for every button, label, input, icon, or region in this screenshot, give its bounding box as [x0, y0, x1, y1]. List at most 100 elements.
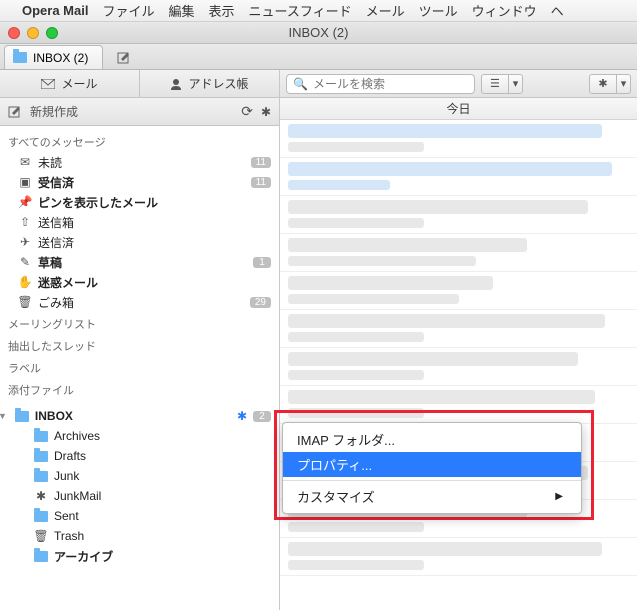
count-badge: 29 — [250, 297, 271, 308]
window-title: INBOX (2) — [289, 25, 349, 40]
gear-icon[interactable]: ✱ — [261, 105, 271, 119]
folder-icon — [34, 511, 48, 522]
sent-icon: ✈ — [18, 235, 32, 249]
menu-newsfeed[interactable]: ニュースフィード — [249, 1, 352, 20]
tab-inbox[interactable]: INBOX (2) — [4, 45, 103, 69]
mail-panel-label: メール — [61, 75, 97, 92]
section-labels[interactable]: ラベル — [0, 356, 279, 378]
view-mode-button[interactable]: ☰▾ — [481, 74, 523, 94]
person-icon — [170, 78, 182, 90]
sidebar-item-drafts[interactable]: ✎草稿1 — [0, 252, 279, 272]
app-name[interactable]: Opera Mail — [22, 3, 88, 18]
envelope-icon: ✉ — [18, 155, 32, 169]
folder-sent[interactable]: Sent — [0, 506, 279, 526]
sidebar-item-pinned[interactable]: 📌ピンを表示したメール — [0, 192, 279, 212]
sidebar-item-unread[interactable]: ✉未読11 — [0, 152, 279, 172]
sidebar-item-trash[interactable]: 🗑ごみ箱29 — [0, 292, 279, 312]
menu-properties[interactable]: プロパティ... — [283, 452, 581, 477]
close-button[interactable] — [8, 27, 20, 39]
count-badge: 1 — [253, 257, 271, 268]
folder-archive-jp[interactable]: アーカイブ — [0, 546, 279, 566]
folder-icon — [13, 52, 27, 63]
message-row[interactable] — [280, 348, 637, 386]
menu-tools[interactable]: ツール — [419, 1, 458, 20]
folder-trash[interactable]: 🗑Trash — [0, 526, 279, 546]
gear-icon: ✱ — [34, 489, 48, 503]
section-all-messages[interactable]: すべてのメッセージ — [0, 130, 279, 152]
addressbook-panel-button[interactable]: アドレス帳 — [140, 70, 279, 97]
message-row[interactable] — [280, 272, 637, 310]
sidebar-item-sent[interactable]: ✈送信済 — [0, 232, 279, 252]
outbox-icon: ⇧ — [18, 215, 32, 229]
sidebar: メール アドレス帳 新規作成 ⟳ ✱ すべてのメッセージ ✉未読11 ▣受信済1… — [0, 70, 280, 610]
section-mailinglist[interactable]: メーリングリスト — [0, 312, 279, 334]
pin-icon: 📌 — [18, 195, 32, 209]
folder-archives[interactable]: Archives — [0, 426, 279, 446]
mail-panel-button[interactable]: メール — [0, 70, 140, 97]
macos-menubar: Opera Mail ファイル 編集 表示 ニュースフィード メール ツール ウ… — [0, 0, 637, 22]
traffic-lights — [0, 27, 58, 39]
zoom-button[interactable] — [46, 27, 58, 39]
folder-icon — [34, 431, 48, 442]
folder-junkmail[interactable]: ✱JunkMail — [0, 486, 279, 506]
menu-edit[interactable]: 編集 — [168, 1, 194, 20]
message-toolbar: 🔍 ☰▾ ✱▾ — [280, 70, 637, 98]
sidebar-item-outbox[interactable]: ⇧送信箱 — [0, 212, 279, 232]
tab-label: INBOX (2) — [33, 51, 88, 65]
sidebar-item-spam[interactable]: ✋迷惑メール — [0, 272, 279, 292]
message-row[interactable] — [280, 538, 637, 576]
message-row[interactable] — [280, 234, 637, 272]
disclosure-icon[interactable]: ▼ — [0, 411, 7, 421]
trash-icon: 🗑 — [18, 295, 32, 309]
folder-icon — [34, 551, 48, 562]
message-row[interactable] — [280, 310, 637, 348]
submenu-arrow-icon: ▶ — [555, 491, 563, 502]
folder-icon — [34, 471, 48, 482]
message-pane: 🔍 ☰▾ ✱▾ 今日 IMAP フォルダ... プロパティ... — [280, 70, 637, 610]
gear-icon[interactable]: ✱ — [237, 409, 247, 423]
context-menu: IMAP フォルダ... プロパティ... カスタマイズ▶ — [282, 422, 582, 514]
compose-label[interactable]: 新規作成 — [30, 103, 233, 120]
menu-separator — [283, 480, 581, 481]
menu-window[interactable]: ウィンドウ — [472, 1, 537, 20]
addressbook-label: アドレス帳 — [188, 75, 248, 92]
inbox-icon: ▣ — [18, 175, 32, 189]
count-badge: 11 — [251, 157, 271, 168]
minimize-button[interactable] — [27, 27, 39, 39]
menu-customize[interactable]: カスタマイズ▶ — [283, 484, 581, 509]
message-row[interactable] — [280, 386, 637, 424]
folder-icon — [15, 411, 29, 422]
message-row[interactable] — [280, 158, 637, 196]
menu-view[interactable]: 表示 — [209, 1, 235, 20]
search-input[interactable] — [313, 77, 468, 91]
message-row[interactable] — [280, 196, 637, 234]
section-attachments[interactable]: 添付ファイル — [0, 378, 279, 400]
menu-help[interactable]: ヘ — [551, 1, 564, 20]
settings-button[interactable]: ✱▾ — [589, 74, 631, 94]
menu-imap-folder[interactable]: IMAP フォルダ... — [283, 427, 581, 452]
window-titlebar: INBOX (2) — [0, 22, 637, 44]
envelope-icon — [41, 79, 55, 89]
sidebar-account-inbox[interactable]: ▼ INBOX ✱ 2 — [0, 406, 279, 426]
tab-bar: INBOX (2) — [0, 44, 637, 70]
sidebar-item-received[interactable]: ▣受信済11 — [0, 172, 279, 192]
trash-icon: 🗑 — [34, 529, 48, 543]
menu-file[interactable]: ファイル — [102, 1, 154, 20]
search-icon: 🔍 — [293, 77, 308, 91]
count-badge: 11 — [251, 177, 271, 188]
compose-icon — [8, 105, 22, 119]
date-header: 今日 — [280, 98, 637, 120]
hand-icon: ✋ — [18, 275, 32, 289]
message-list[interactable] — [280, 120, 637, 610]
menu-mail[interactable]: メール — [366, 1, 405, 20]
folder-icon — [34, 451, 48, 462]
new-tab-compose-icon[interactable] — [111, 47, 137, 69]
pencil-icon: ✎ — [18, 255, 32, 269]
search-field[interactable]: 🔍 — [286, 74, 475, 94]
folder-drafts[interactable]: Drafts — [0, 446, 279, 466]
count-badge: 2 — [253, 411, 271, 422]
section-threads[interactable]: 抽出したスレッド — [0, 334, 279, 356]
folder-junk[interactable]: Junk — [0, 466, 279, 486]
message-row[interactable] — [280, 120, 637, 158]
refresh-icon[interactable]: ⟳ — [241, 103, 253, 120]
